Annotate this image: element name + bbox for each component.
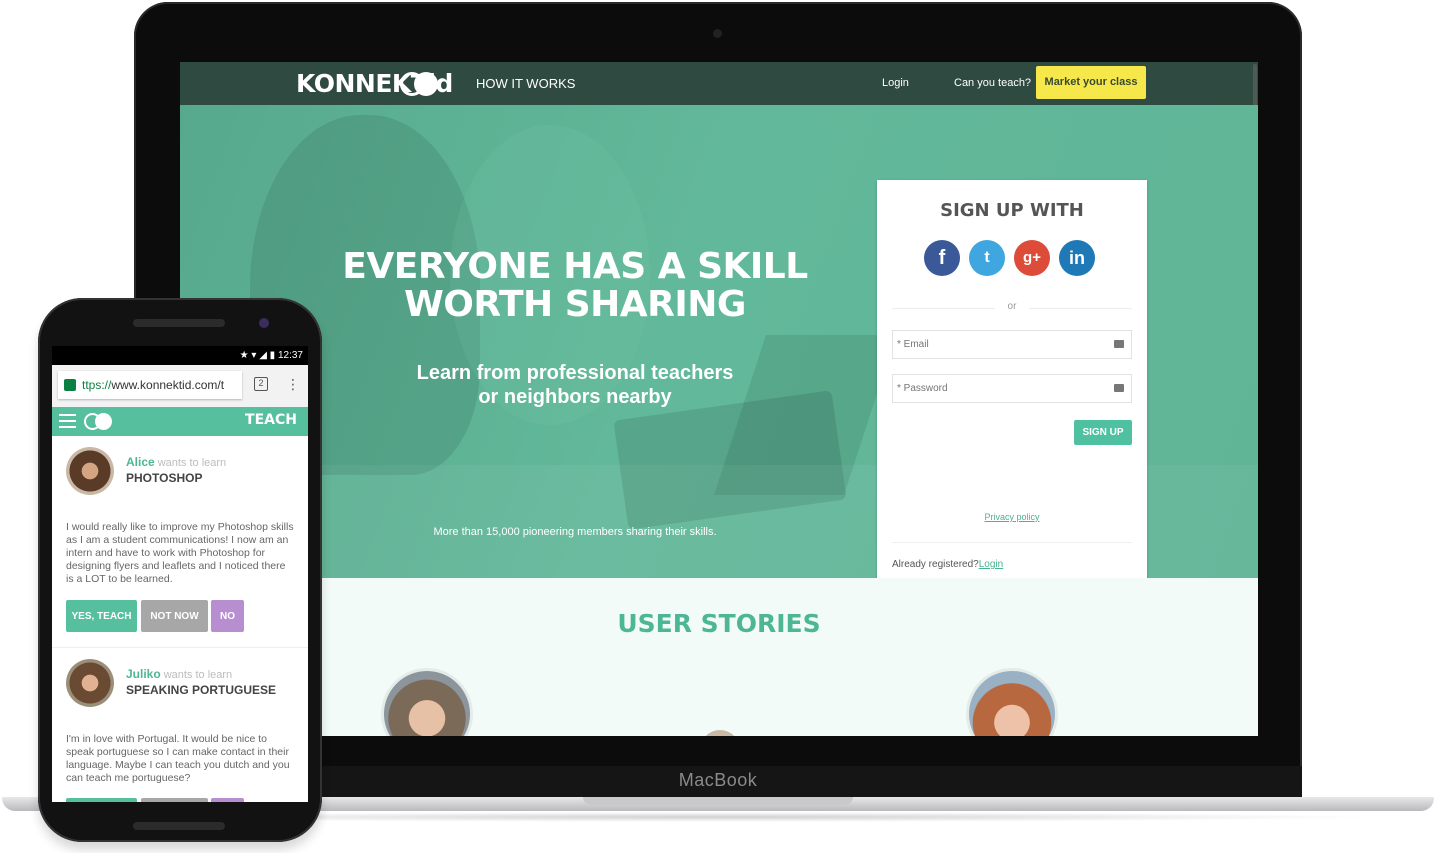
secure-lock-icon [64, 379, 76, 391]
password-field[interactable] [892, 374, 1132, 403]
desktop-screen: KONNEKTid HOW IT WORKS Login Can you tea… [180, 62, 1258, 736]
request-message: I would really like to improve my Photos… [66, 521, 294, 585]
laptop-camera [713, 29, 722, 38]
already-registered-text: Already registered? [892, 559, 979, 570]
not-now-button[interactable]: NOT NOW [141, 600, 208, 632]
browser-menu-icon[interactable]: ⋮ [286, 375, 300, 393]
hamburger-menu-icon[interactable] [59, 414, 76, 428]
laptop-notch [583, 797, 853, 805]
email-field[interactable] [892, 330, 1132, 359]
app-header: TEACH [52, 407, 308, 436]
email-autofill-icon [1114, 340, 1124, 348]
hero-title-line-1: EVERYONE HAS A SKILL [342, 246, 808, 287]
yes-teach-button[interactable] [66, 798, 137, 802]
market-your-class-button[interactable]: Market your class [1036, 66, 1146, 99]
nav-login-link[interactable]: Login [882, 77, 909, 89]
hero-subtitle-line-1: Learn from professional teachers [416, 362, 734, 384]
logo-mark-icon[interactable] [400, 72, 440, 96]
status-icons: ★ ▾ ◢ ▮ [239, 350, 276, 361]
signup-card: SIGN UP WITH f t g+ in or SIGN UP Privac… [877, 180, 1147, 578]
googleplus-signup-icon[interactable]: g+ [1014, 240, 1050, 276]
browser-toolbar: ttps://www.konnektid.com/t 2 ⋮ [52, 365, 308, 407]
teach-tab[interactable]: TEACH [245, 412, 297, 428]
phone-status-bar: ★ ▾ ◢ ▮ 12:37 [52, 346, 308, 365]
status-time: 12:37 [277, 350, 303, 361]
privacy-policy-link[interactable]: Privacy policy [877, 512, 1147, 522]
yes-teach-button[interactable]: YES, TEACH [66, 600, 137, 632]
story-avatar[interactable] [700, 730, 740, 736]
hero-title: EVERYONE HAS A SKILL WORTH SHARING [330, 248, 820, 324]
request-card: Alice wants to learn PHOTOSHOP I would re… [52, 436, 308, 648]
sign-up-button[interactable]: SIGN UP [1074, 420, 1132, 445]
already-registered: Already registered?Login [892, 559, 1003, 570]
signup-title: SIGN UP WITH [940, 200, 1084, 221]
wants-to-learn-label: wants to learn [163, 669, 233, 681]
linkedin-signup-icon[interactable]: in [1059, 240, 1095, 276]
already-login-link[interactable]: Login [979, 559, 1003, 570]
requester-name-text: Alice [126, 455, 155, 469]
signup-divider [892, 542, 1132, 543]
not-now-button[interactable] [141, 798, 208, 802]
hero-subtitle: Learn from professional teachers or neig… [350, 361, 800, 409]
phone-screen: ★ ▾ ◢ ▮ 12:37 ttps://www.konnektid.com/t… [52, 346, 308, 802]
phone-camera [259, 318, 269, 328]
request-subject: PHOTOSHOP [126, 471, 203, 485]
avatar[interactable] [66, 659, 114, 707]
request-message: I'm in love with Portugal. It would be n… [66, 733, 290, 784]
url-bar[interactable]: ttps://www.konnektid.com/t [58, 371, 242, 399]
phone-speaker-top [133, 319, 225, 327]
requester-name: Juliko wants to learn [126, 667, 232, 681]
url-host: www.konnektid.com/t [111, 378, 225, 392]
avatar[interactable] [66, 447, 114, 495]
or-label: or [995, 301, 1029, 312]
no-button[interactable]: NO [211, 600, 244, 632]
top-navbar: KONNEKTid HOW IT WORKS Login Can you tea… [180, 62, 1258, 184]
hero-subtitle-line-2: or neighbors nearby [478, 386, 672, 408]
members-count-text: More than 15,000 pioneering members shar… [433, 526, 717, 538]
nav-can-you-teach[interactable]: Can you teach? [954, 77, 1031, 89]
hero-title-line-2: WORTH SHARING [404, 284, 746, 325]
nav-how-it-works[interactable]: HOW IT WORKS [476, 76, 575, 91]
story-avatar[interactable] [381, 668, 473, 736]
tab-switcher-icon[interactable]: 2 [254, 377, 268, 391]
password-autofill-icon [1114, 384, 1124, 392]
no-button[interactable] [211, 798, 244, 802]
facebook-signup-icon[interactable]: f [924, 240, 960, 276]
url-scheme: ttps:// [82, 378, 112, 392]
hero-section: EVERYONE HAS A SKILL WORTH SHARING Learn… [180, 105, 1258, 578]
requester-name: Alice wants to learn [126, 455, 226, 469]
story-avatar[interactable] [966, 668, 1058, 736]
request-card: Juliko wants to learn SPEAKING PORTUGUESE… [52, 648, 308, 802]
request-subject: SPEAKING PORTUGUESE [126, 683, 277, 697]
twitter-signup-icon[interactable]: t [969, 240, 1005, 276]
wants-to-learn-label: wants to learn [157, 457, 227, 469]
app-logo-icon[interactable] [84, 413, 114, 430]
requester-name-text: Juliko [126, 667, 161, 681]
phone-speaker-bottom [133, 822, 225, 830]
user-stories-title: USER STORIES [617, 609, 821, 638]
